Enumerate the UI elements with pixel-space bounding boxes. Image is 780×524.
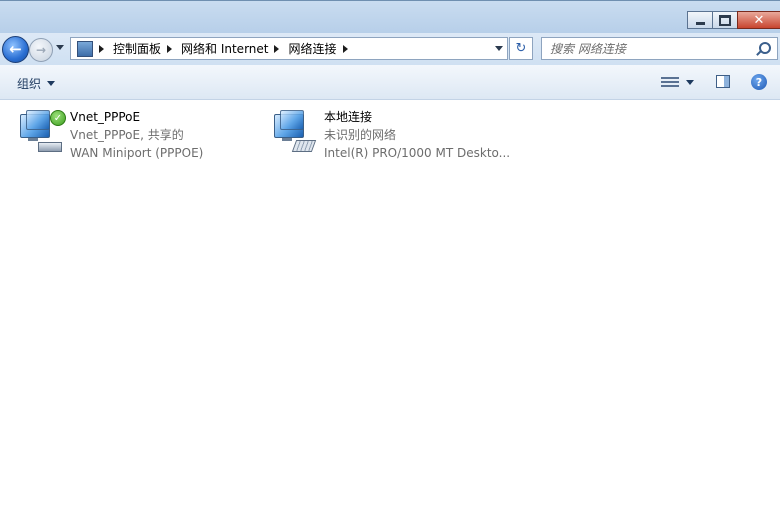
explorer-window: ✕ ← → 控制面板 网络和 Internet 网络连接 ↻ 搜索 网络连接 组… [0, 0, 780, 524]
chevron-down-icon [47, 81, 56, 86]
monitor-icon [280, 110, 304, 130]
connection-status: Vnet_PPPoE, 共享的 [70, 128, 184, 142]
help-glyph: ? [755, 75, 763, 89]
search-icon[interactable] [759, 42, 771, 54]
check-glyph: ✓ [53, 112, 63, 124]
command-bar: 组织 ? [0, 65, 780, 100]
recent-pages-dropdown[interactable] [56, 45, 64, 50]
back-button[interactable]: ← [2, 36, 29, 63]
breadcrumb: 控制面板 网络和 Internet 网络连接 [99, 40, 357, 57]
breadcrumb-separator-icon[interactable] [342, 44, 348, 53]
connection-device: WAN Miniport (PPPOE) [70, 146, 204, 160]
navigation-bar: ← → 控制面板 网络和 Internet 网络连接 ↻ [0, 33, 780, 65]
connected-check-icon: ✓ [50, 110, 66, 126]
close-button[interactable]: ✕ [737, 11, 780, 29]
monitor-stand [28, 138, 38, 141]
window-controls: ✕ [687, 11, 780, 31]
connection-details: 本地连接 未识别的网络 Intel(R) PRO/1000 MT Deskto.… [324, 108, 510, 164]
network-connection-icon [270, 108, 320, 158]
help-icon[interactable]: ? [751, 74, 767, 90]
organize-label: 组织 [17, 77, 42, 91]
organize-menu-button[interactable]: 组织 [17, 75, 56, 92]
monitor-stand [282, 138, 292, 141]
connection-name: 本地连接 [324, 110, 373, 124]
back-arrow-icon: ← [9, 39, 22, 58]
monitor-icon [26, 110, 50, 130]
network-connection-icon: ✓ [16, 108, 66, 158]
connection-item-local-area[interactable]: 本地连接 未识别的网络 Intel(R) PRO/1000 MT Deskto.… [270, 108, 510, 164]
control-panel-icon [77, 40, 93, 57]
breadcrumb-separator-icon[interactable] [274, 44, 280, 53]
connection-item-vnet-pppoe[interactable]: ✓ Vnet_PPPoE Vnet_PPPoE, 共享的 WAN Minipor… [16, 108, 203, 164]
breadcrumb-control-panel[interactable]: 控制面板 [113, 40, 161, 57]
refresh-icon: ↻ [515, 41, 527, 56]
search-box [541, 37, 778, 60]
title-bar: ✕ [0, 1, 780, 33]
breadcrumb-separator-icon[interactable] [99, 44, 104, 53]
maximize-button[interactable] [712, 11, 738, 29]
preview-pane-icon[interactable] [716, 75, 730, 88]
connection-status: 未识别的网络 [324, 128, 397, 142]
change-view-icon[interactable] [661, 75, 679, 89]
modem-icon [38, 142, 62, 152]
close-icon: ✕ [753, 12, 765, 28]
forward-button[interactable]: → [29, 38, 53, 62]
search-input[interactable] [550, 40, 750, 57]
breadcrumb-separator-icon[interactable] [167, 44, 173, 53]
breadcrumb-network-internet[interactable]: 网络和 Internet [181, 40, 268, 57]
ethernet-cable-icon [291, 140, 317, 152]
view-options-dropdown-icon[interactable] [686, 80, 694, 85]
minimize-icon [695, 21, 705, 25]
connection-name: Vnet_PPPoE [70, 110, 141, 124]
minimize-button[interactable] [687, 11, 713, 29]
breadcrumb-network-connections[interactable]: 网络连接 [288, 40, 336, 57]
connections-list: ✓ Vnet_PPPoE Vnet_PPPoE, 共享的 WAN Minipor… [0, 100, 780, 524]
address-bar[interactable]: 控制面板 网络和 Internet 网络连接 [70, 37, 508, 60]
maximize-icon [719, 14, 731, 26]
address-dropdown-icon[interactable] [495, 46, 503, 51]
connection-details: Vnet_PPPoE Vnet_PPPoE, 共享的 WAN Miniport … [70, 108, 203, 164]
forward-arrow-icon: → [35, 43, 47, 57]
refresh-button[interactable]: ↻ [509, 37, 533, 60]
connection-device: Intel(R) PRO/1000 MT Deskto... [324, 146, 511, 160]
